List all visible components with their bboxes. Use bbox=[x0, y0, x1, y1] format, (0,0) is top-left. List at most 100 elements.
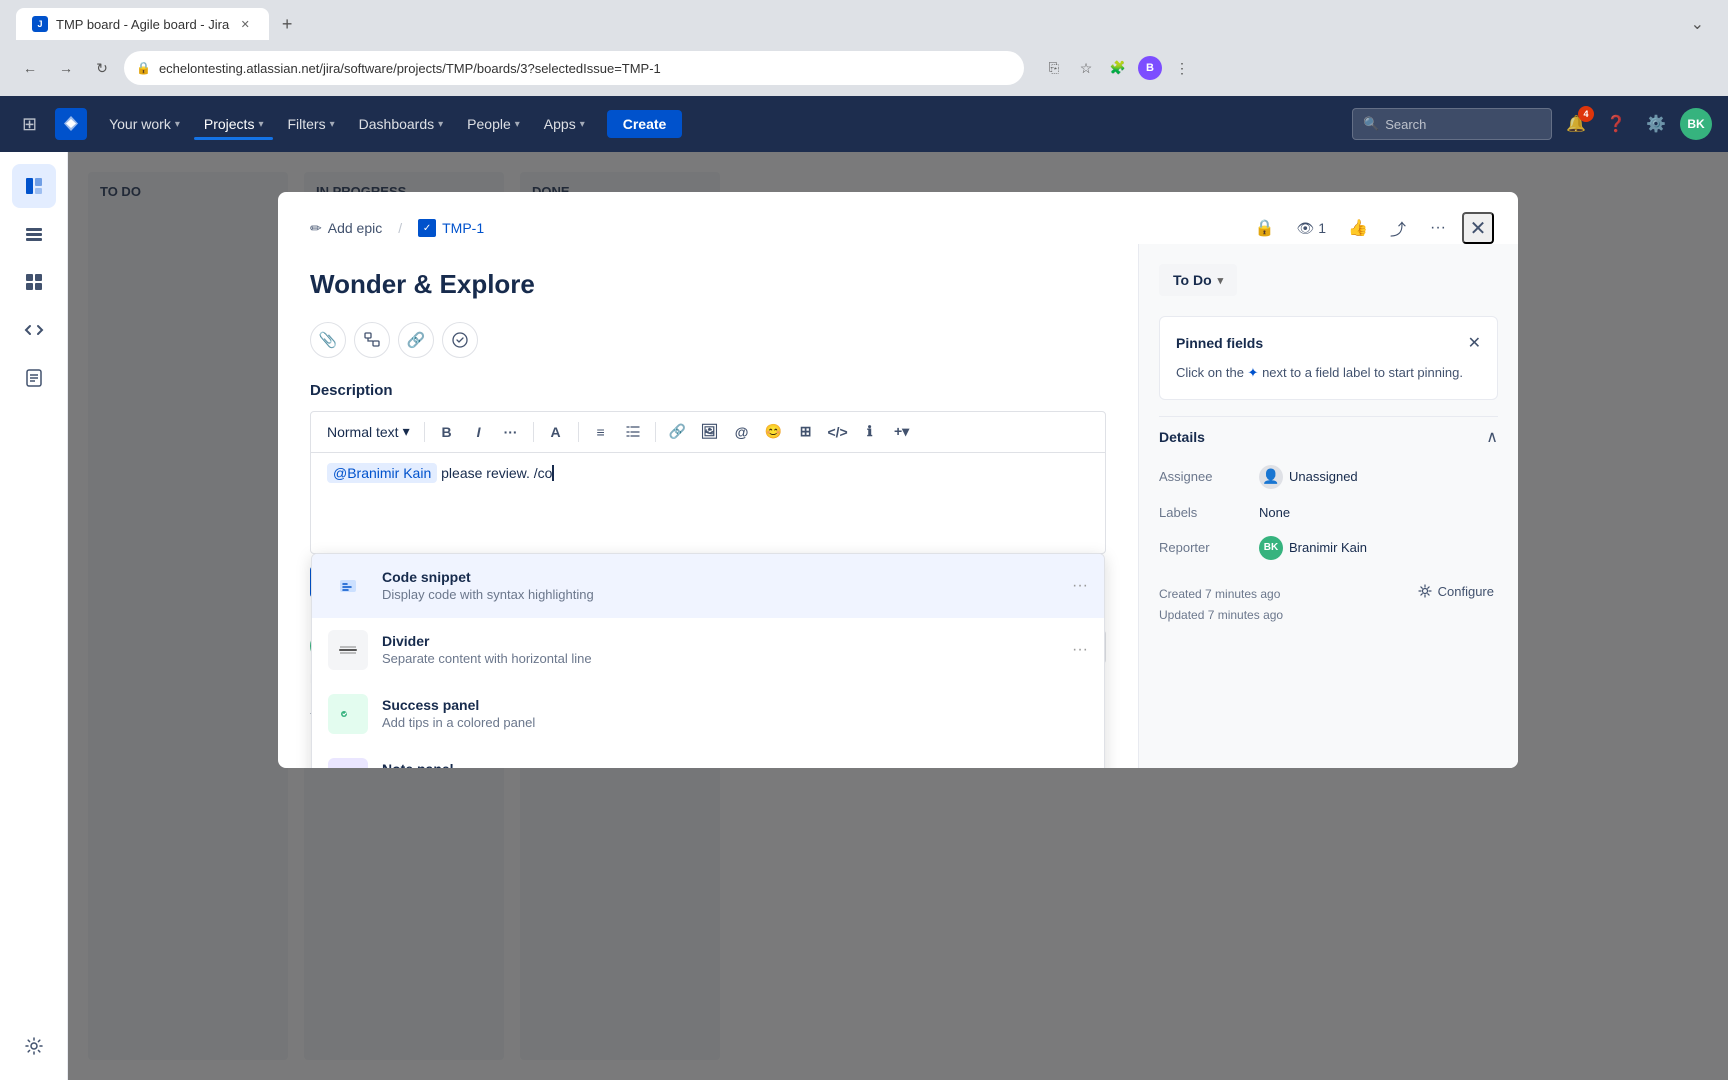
link-format-button[interactable]: 🔗 bbox=[664, 418, 692, 446]
jira-diamond-icon bbox=[61, 114, 81, 134]
reload-button[interactable]: ↻ bbox=[88, 54, 116, 82]
new-tab-button[interactable]: + bbox=[273, 10, 301, 38]
nav-dashboards[interactable]: Dashboards ▾ bbox=[349, 110, 454, 138]
sidebar-item-notes[interactable] bbox=[12, 356, 56, 400]
dropdown-item-code-snippet[interactable]: Code snippet Display code with syntax hi… bbox=[312, 554, 1104, 618]
create-button[interactable]: Create bbox=[607, 110, 683, 138]
search-bar[interactable]: 🔍 Search bbox=[1352, 108, 1552, 140]
menu-button[interactable]: ⋮ bbox=[1168, 54, 1196, 82]
watch-count: 1 bbox=[1318, 220, 1326, 236]
nav-projects[interactable]: Projects ▾ bbox=[194, 110, 274, 138]
ordered-list-button[interactable] bbox=[619, 418, 647, 446]
dropdown-item-success-panel[interactable]: Success panel Add tips in a colored pane… bbox=[312, 682, 1104, 746]
code-format-button[interactable]: </> bbox=[824, 418, 852, 446]
dropdown-item-divider[interactable]: Divider Separate content with horizontal… bbox=[312, 618, 1104, 682]
child-issues-button[interactable] bbox=[354, 322, 390, 358]
updated-text: Updated 7 minutes ago bbox=[1159, 605, 1498, 627]
sidebar-item-code[interactable] bbox=[12, 308, 56, 352]
table-button[interactable]: ⊞ bbox=[792, 418, 820, 446]
toolbar-separator bbox=[578, 422, 579, 442]
sidebar-item-settings[interactable] bbox=[12, 1024, 56, 1068]
code-lines-icon bbox=[337, 575, 359, 597]
configure-button[interactable]: Configure bbox=[1414, 580, 1498, 603]
reporter-value[interactable]: BK Branimir Kain bbox=[1259, 536, 1367, 560]
bookmark-button[interactable]: ☆ bbox=[1072, 54, 1100, 82]
insert-plus-button[interactable]: +▾ bbox=[888, 418, 916, 446]
labels-value[interactable]: None bbox=[1259, 505, 1290, 520]
nav-filters[interactable]: Filters ▾ bbox=[277, 110, 344, 138]
forward-button[interactable]: → bbox=[52, 54, 80, 82]
text-style-select[interactable]: Normal text ▾ bbox=[321, 419, 416, 444]
code-snippet-more[interactable]: ··· bbox=[1072, 577, 1088, 595]
browser-tab-active[interactable]: J TMP board - Agile board - Jira ✕ bbox=[16, 8, 269, 40]
address-bar[interactable]: 🔒 echelontesting.atlassian.net/jira/soft… bbox=[124, 51, 1024, 85]
bold-button[interactable]: B bbox=[433, 418, 461, 446]
bullet-list-button[interactable]: ≡ bbox=[587, 418, 615, 446]
watch-button[interactable]: 👁 1 bbox=[1288, 216, 1334, 241]
nav-apps[interactable]: Apps ▾ bbox=[534, 110, 595, 138]
main-area: TO DO IN PROGRESS DONE ✏ Add epic / ✓ TM… bbox=[68, 152, 1728, 1080]
emoji-button[interactable]: 😊 bbox=[760, 418, 788, 446]
grid-view-icon bbox=[24, 272, 44, 292]
link-button[interactable]: 🔗 bbox=[398, 322, 434, 358]
more-format-button[interactable]: ··· bbox=[497, 418, 525, 446]
success-panel-content: Success panel Add tips in a colored pane… bbox=[382, 697, 1088, 730]
font-color-button[interactable]: A bbox=[542, 418, 570, 446]
lock-button[interactable]: 🔒 bbox=[1248, 212, 1280, 244]
toolbar-separator bbox=[655, 422, 656, 442]
image-button[interactable]: 🖼 bbox=[696, 418, 724, 446]
pinned-close-button[interactable]: ✕ bbox=[1468, 333, 1481, 353]
code-snippet-icon bbox=[328, 566, 368, 606]
notes-icon bbox=[24, 368, 44, 388]
minimize-button[interactable]: ⌄ bbox=[1683, 10, 1712, 38]
nav-people[interactable]: People ▾ bbox=[457, 110, 530, 138]
status-button[interactable]: To Do ▾ bbox=[1159, 264, 1237, 296]
grid-icon[interactable]: ⊞ bbox=[16, 108, 43, 141]
editor-text: please review. /co bbox=[437, 465, 552, 481]
help-button[interactable]: ❓ bbox=[1600, 108, 1632, 140]
action-icons-row: 📎 🔗 bbox=[310, 322, 1106, 358]
editor-content[interactable]: @Branimir Kain please review. /co bbox=[311, 453, 1105, 553]
back-button[interactable]: ← bbox=[16, 54, 44, 82]
jira-logo[interactable] bbox=[55, 108, 87, 140]
italic-button[interactable]: I bbox=[465, 418, 493, 446]
user-avatar[interactable]: BK bbox=[1680, 108, 1712, 140]
unassigned-icon: 👤 bbox=[1259, 465, 1283, 489]
dropdown-item-note-panel[interactable]: i Note panel Add a note in a colored pan… bbox=[312, 746, 1104, 768]
assignee-label: Assignee bbox=[1159, 469, 1259, 484]
divider-icon bbox=[328, 630, 368, 670]
sidebar-item-board[interactable] bbox=[12, 164, 56, 208]
profile-button[interactable]: B bbox=[1136, 54, 1164, 82]
details-section: Details ∧ Assignee 👤 Unassigned Labels bbox=[1159, 416, 1498, 568]
reporter-row: Reporter BK Branimir Kain bbox=[1159, 528, 1498, 568]
breadcrumb-separator: / bbox=[398, 220, 402, 236]
share-button[interactable]: ⤴ bbox=[1382, 212, 1414, 244]
close-tab-button[interactable]: ✕ bbox=[237, 16, 253, 32]
details-header: Details ∧ bbox=[1159, 416, 1498, 457]
text-cursor bbox=[552, 465, 554, 481]
extension-button[interactable]: 🧩 bbox=[1104, 54, 1132, 82]
close-modal-button[interactable]: ✕ bbox=[1462, 212, 1494, 244]
configure-icon bbox=[1418, 584, 1432, 598]
layers-icon bbox=[24, 224, 44, 244]
attach-button[interactable]: 📎 bbox=[310, 322, 346, 358]
mention-button[interactable]: @ bbox=[728, 418, 756, 446]
sidebar-item-grid[interactable] bbox=[12, 260, 56, 304]
notification-badge: 4 bbox=[1578, 106, 1594, 122]
more-actions-button[interactable]: ··· bbox=[1422, 212, 1454, 244]
divider-more[interactable]: ··· bbox=[1072, 641, 1088, 659]
cast-button[interactable]: ⎘ bbox=[1040, 54, 1068, 82]
settings-button[interactable]: ⚙️ bbox=[1640, 108, 1672, 140]
add-epic-button[interactable]: ✏ Add epic bbox=[302, 216, 390, 241]
checklist-button[interactable] bbox=[442, 322, 478, 358]
issue-id-chip[interactable]: ✓ TMP-1 bbox=[410, 215, 492, 241]
details-toggle-button[interactable]: ∧ bbox=[1486, 427, 1498, 447]
assignee-value[interactable]: 👤 Unassigned bbox=[1259, 465, 1358, 489]
notifications-button[interactable]: 🔔 4 bbox=[1560, 108, 1592, 140]
sidebar-item-layers[interactable] bbox=[12, 212, 56, 256]
note-panel-icon: i bbox=[328, 758, 368, 768]
meta-section: Configure Created 7 minutes ago Updated … bbox=[1159, 568, 1498, 627]
nav-your-work[interactable]: Your work ▾ bbox=[99, 110, 190, 138]
info-button[interactable]: ℹ bbox=[856, 418, 884, 446]
thumbs-up-button[interactable]: 👍 bbox=[1342, 212, 1374, 244]
